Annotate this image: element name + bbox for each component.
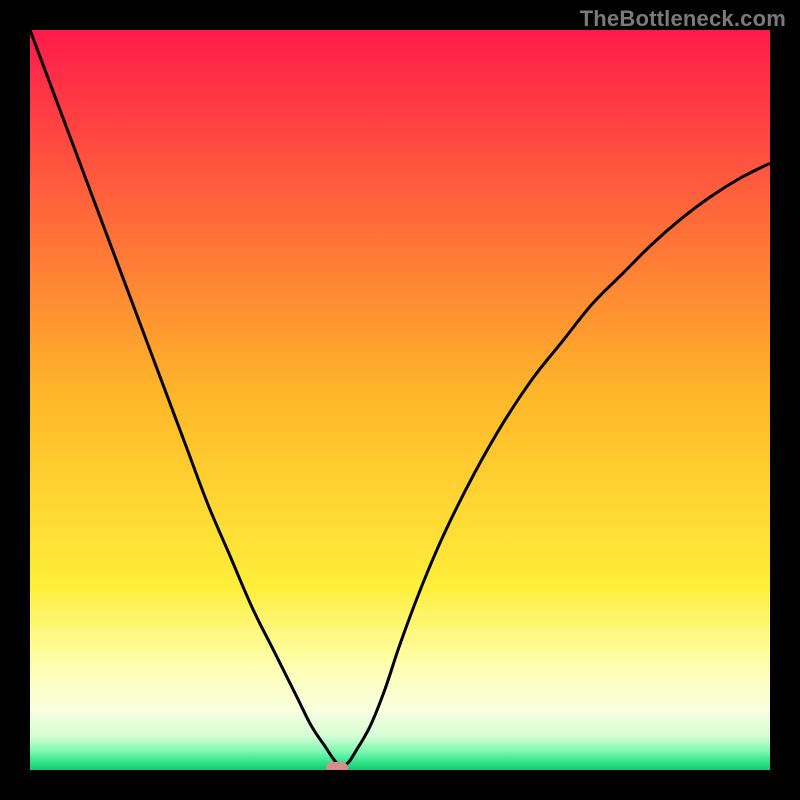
curve-layer bbox=[30, 30, 770, 770]
watermark-text: TheBottleneck.com bbox=[580, 6, 786, 32]
chart-frame: TheBottleneck.com bbox=[0, 0, 800, 800]
bottleneck-curve bbox=[30, 30, 770, 766]
plot-area bbox=[30, 30, 770, 770]
minimum-marker bbox=[326, 762, 348, 770]
